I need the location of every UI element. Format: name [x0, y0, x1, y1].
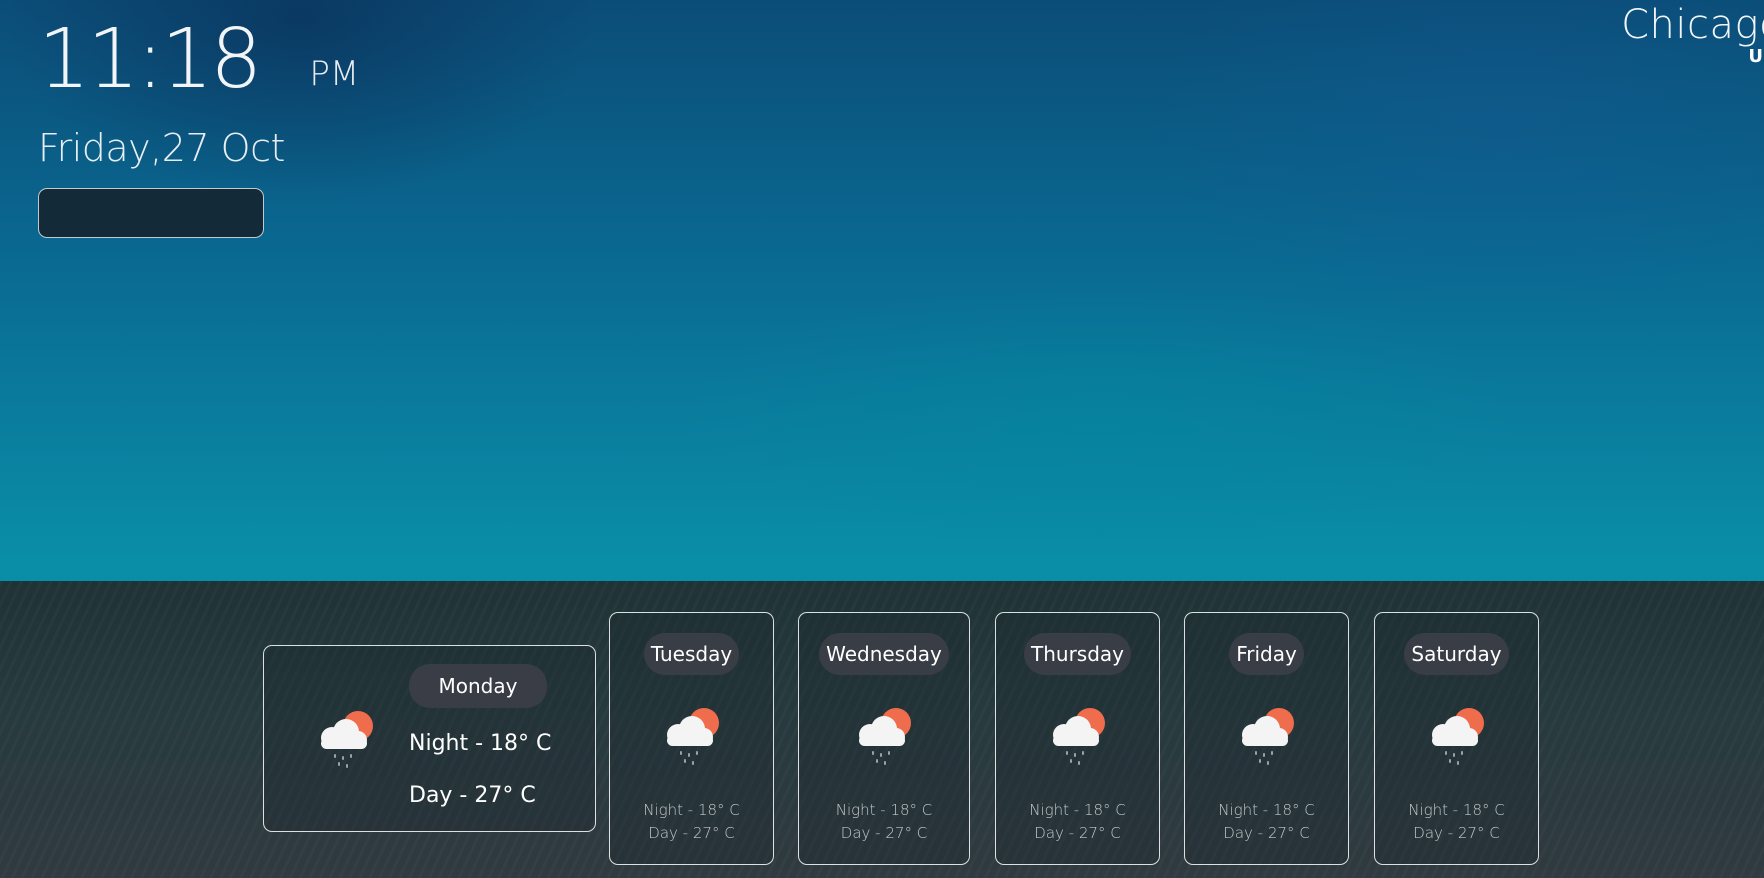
- cloud-sun-rain-icon: [666, 708, 719, 765]
- country-code: US: [1748, 46, 1764, 67]
- day-temperature: Day - 27° C: [648, 824, 735, 842]
- day-label: Friday: [1229, 633, 1304, 675]
- night-temperature: Night - 18° C: [1408, 801, 1505, 819]
- night-temperature: Night - 18° C: [835, 801, 933, 819]
- cloud-sun-rain-icon: [1241, 708, 1294, 765]
- today-forecast-card[interactable]: Monday Night - 18° C Day - 27° C: [263, 645, 596, 832]
- night-temperature: Night - 18° C: [1218, 801, 1315, 819]
- day-label: Saturday: [1404, 633, 1509, 675]
- cloud-sun-rain-icon: [1052, 708, 1105, 765]
- city-name: Chicago: [1621, 2, 1764, 48]
- cloud-sun-rain-icon: [859, 708, 911, 765]
- current-time: 11:18: [38, 12, 262, 107]
- night-temperature: Night - 18° C: [643, 801, 740, 819]
- clock-widget: 11:18 PM Friday,27 Oct: [38, 18, 359, 238]
- day-temperature: Day - 27° C: [1034, 824, 1121, 842]
- time-row: 11:18 PM: [38, 18, 359, 102]
- cloud-sun-rain-icon: [321, 711, 373, 768]
- day-temperature: Day - 27° C: [840, 824, 928, 842]
- day-temperature: Day - 27° C: [409, 783, 536, 808]
- night-temperature: Night - 18° C: [1029, 801, 1126, 819]
- day-label: Tuesday: [643, 633, 740, 675]
- forecast-card-wednesday[interactable]: Wednesday Night - 18° C Day - 27° C: [798, 612, 970, 865]
- day-temperature: Day - 27° C: [1223, 824, 1310, 842]
- am-pm-indicator: PM: [309, 54, 360, 94]
- day-temperature: Day - 27° C: [1413, 824, 1500, 842]
- forecast-card-tuesday[interactable]: Tuesday Night - 18° C Day - 27° C: [609, 612, 774, 865]
- day-label: Wednesday: [819, 633, 949, 675]
- day-label: Thursday: [1024, 633, 1131, 675]
- day-label: Monday: [409, 664, 547, 708]
- current-date: Friday,27 Oct: [38, 126, 285, 170]
- current-weather-box: [38, 188, 264, 238]
- forecast-card-friday[interactable]: Friday Night - 18° C Day - 27° C: [1184, 612, 1349, 865]
- forecast-card-thursday[interactable]: Thursday Night - 18° C Day - 27° C: [995, 612, 1160, 865]
- location-header: Chicago US: [1621, 2, 1764, 67]
- night-temperature: Night - 18° C: [409, 731, 552, 756]
- forecast-panel: Monday Night - 18° C Day - 27° C Tuesday…: [0, 581, 1764, 878]
- forecast-card-saturday[interactable]: Saturday Night - 18° C Day - 27° C: [1374, 612, 1539, 865]
- cloud-sun-rain-icon: [1431, 708, 1484, 765]
- weather-app: 11:18 PM Friday,27 Oct Chicago US Monday: [0, 0, 1764, 878]
